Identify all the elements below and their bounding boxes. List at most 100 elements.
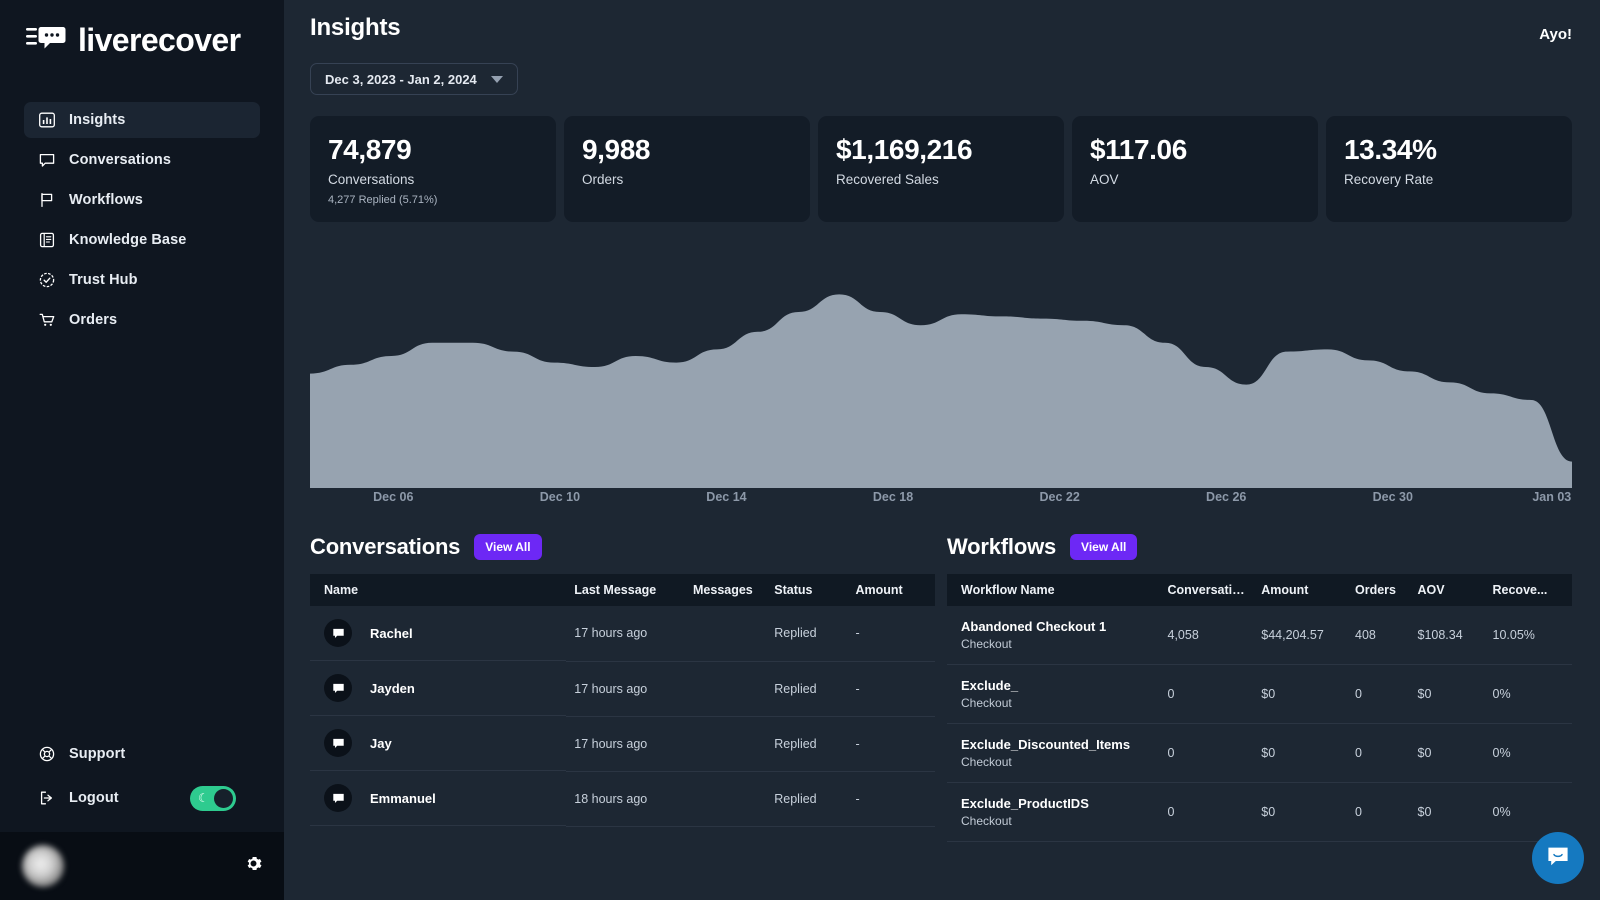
workflow-amount: $0 [1253, 665, 1347, 724]
conversation-amount: - [848, 661, 936, 716]
table-row[interactable]: Exclude_ProductIDSCheckout0$00$00% [947, 783, 1572, 842]
logout-row: Logout ☾ [24, 780, 260, 816]
workflow-subtitle: Checkout [961, 637, 1152, 651]
workflow-recovery: 0% [1485, 665, 1573, 724]
gear-icon[interactable] [245, 855, 262, 877]
workflows-header: Workflows View All [947, 534, 1572, 560]
user-profile-bar[interactable] [0, 832, 284, 900]
brand-logo[interactable]: liverecover [0, 0, 284, 62]
sidebar-item-support[interactable]: Support [24, 736, 260, 772]
workflow-subtitle: Checkout [961, 696, 1152, 710]
user-store [76, 870, 123, 882]
workflow-amount: $0 [1253, 724, 1347, 783]
user-meta [76, 850, 123, 882]
workflows-view-all-button[interactable]: View All [1070, 534, 1137, 560]
column-aov[interactable]: AOV [1410, 574, 1485, 606]
date-range-selector[interactable]: Dec 3, 2023 - Jan 2, 2024 [310, 63, 518, 95]
chart-plot [310, 260, 1572, 488]
metric-label: AOV [1090, 172, 1300, 187]
metric-value: 9,988 [582, 134, 792, 166]
table-row[interactable]: Rachel17 hours agoReplied- [310, 606, 935, 661]
workflows-title: Workflows [947, 534, 1056, 560]
conversation-name-cell: Jay [310, 716, 566, 771]
topbar: Insights Ayo! [284, 0, 1600, 43]
metric-card-orders: 9,988 Orders [564, 116, 810, 222]
sidebar-item-logout[interactable]: Logout [24, 780, 133, 816]
column-orders[interactable]: Orders [1347, 574, 1410, 606]
conversation-messages [685, 606, 766, 661]
workflows-panel: Workflows View All Workflow Name Convers… [947, 534, 1572, 842]
conversation-messages [685, 661, 766, 716]
sidebar-item-workflows[interactable]: Workflows [24, 182, 260, 218]
sidebar-item-insights[interactable]: Insights [24, 102, 260, 138]
workflow-name: Exclude_Discounted_Items [961, 737, 1152, 752]
workflow-orders: 0 [1347, 665, 1410, 724]
table-row[interactable]: Exclude_Discounted_ItemsCheckout0$00$00% [947, 724, 1572, 783]
chat-bubble-icon [324, 729, 352, 757]
moon-icon: ☾ [198, 792, 209, 804]
chart-x-tick-label: Dec 14 [706, 490, 746, 504]
logout-icon [38, 790, 55, 807]
workflow-orders: 408 [1347, 606, 1410, 665]
column-conversations[interactable]: Conversations [1160, 574, 1254, 606]
conversation-last-message: 17 hours ago [566, 716, 685, 771]
metric-label: Conversations [328, 172, 538, 187]
column-messages[interactable]: Messages [685, 574, 766, 606]
column-amount[interactable]: Amount [848, 574, 936, 606]
conversation-status: Replied [766, 771, 847, 826]
conversation-name-cell: Rachel [310, 606, 566, 661]
metric-label: Orders [582, 172, 792, 187]
column-last-message[interactable]: Last Message [566, 574, 685, 606]
check-badge-icon [38, 272, 55, 289]
table-row[interactable]: Exclude_Checkout0$00$00% [947, 665, 1572, 724]
metric-value: $117.06 [1090, 134, 1300, 166]
workflow-subtitle: Checkout [961, 814, 1152, 828]
conversation-status: Replied [766, 661, 847, 716]
sidebar-nav: Insights Conversations Workflows Knowled… [0, 102, 284, 338]
sidebar-item-trust-hub[interactable]: Trust Hub [24, 262, 260, 298]
avatar [22, 845, 64, 887]
chat-smile-icon [1545, 843, 1571, 874]
sidebar-item-orders[interactable]: Orders [24, 302, 260, 338]
workflow-name-cell: Exclude_ProductIDSCheckout [947, 783, 1160, 842]
table-header-row: Workflow Name Conversations Amount Order… [947, 574, 1572, 606]
conversations-panel: Conversations View All Name Last Message… [310, 534, 935, 842]
metric-label: Recovery Rate [1344, 172, 1554, 187]
chat-widget-button[interactable] [1532, 832, 1584, 884]
column-recovery-rate[interactable]: Recove... [1485, 574, 1573, 606]
conversation-status: Replied [766, 606, 847, 661]
chat-lines-logo-icon [26, 24, 66, 57]
chart-x-tick-label: Dec 10 [540, 490, 580, 504]
conversation-amount: - [848, 716, 936, 771]
sidebar-item-label: Insights [69, 112, 125, 128]
workflow-conversations: 0 [1160, 665, 1254, 724]
metric-value: 13.34% [1344, 134, 1554, 166]
app-root: liverecover Insights Conversations Workf… [0, 0, 1600, 900]
conversations-view-all-button[interactable]: View All [474, 534, 541, 560]
workflow-name: Exclude_ [961, 678, 1152, 693]
sidebar-item-conversations[interactable]: Conversations [24, 142, 260, 178]
column-amount[interactable]: Amount [1253, 574, 1347, 606]
toggle-knob [214, 789, 233, 808]
table-row[interactable]: Emmanuel18 hours agoReplied- [310, 771, 935, 826]
column-workflow-name[interactable]: Workflow Name [947, 574, 1160, 606]
conversation-name: Jay [370, 736, 392, 751]
conversation-name: Emmanuel [370, 791, 436, 806]
conversation-amount: - [848, 606, 936, 661]
lifebuoy-icon [38, 746, 55, 763]
theme-toggle[interactable]: ☾ [190, 786, 236, 811]
column-status[interactable]: Status [766, 574, 847, 606]
table-row[interactable]: Abandoned Checkout 1Checkout4,058$44,204… [947, 606, 1572, 665]
table-row[interactable]: Jayden17 hours agoReplied- [310, 661, 935, 716]
column-name[interactable]: Name [310, 574, 566, 606]
chat-bubble-icon [324, 674, 352, 702]
table-row[interactable]: Jay17 hours agoReplied- [310, 716, 935, 771]
workflow-orders: 0 [1347, 783, 1410, 842]
sidebar-item-knowledge-base[interactable]: Knowledge Base [24, 222, 260, 258]
conversations-header: Conversations View All [310, 534, 935, 560]
conversations-title: Conversations [310, 534, 460, 560]
chart-x-tick-label: Dec 30 [1373, 490, 1413, 504]
workflow-orders: 0 [1347, 724, 1410, 783]
conversation-messages [685, 716, 766, 771]
bar-chart-icon [38, 112, 55, 129]
